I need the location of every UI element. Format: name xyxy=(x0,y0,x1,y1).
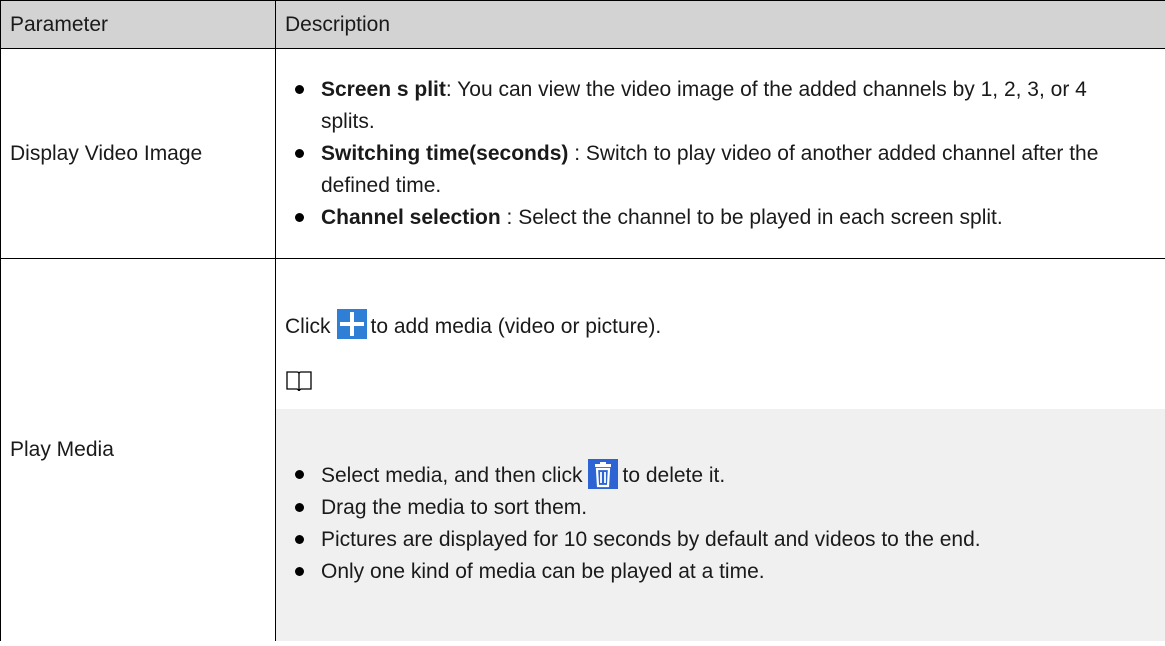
description-list: Screen s plit: You can view the video im… xyxy=(276,74,1165,234)
bullet-icon xyxy=(295,535,304,544)
click-add-instruction: Click to add media (video or picture). xyxy=(285,309,661,343)
bullet-icon xyxy=(295,148,304,158)
list-item: Pictures are displayed for 10 seconds by… xyxy=(276,524,1165,556)
bullet-icon xyxy=(295,84,304,94)
list-item: Drag the media to sort them. xyxy=(276,492,1165,524)
list-item: Select media, and then click to delete it… xyxy=(276,459,1165,492)
term-channel-selection: Channel selection xyxy=(321,205,501,229)
book-icon xyxy=(286,371,312,392)
param-display-video-image: Display Video Image xyxy=(0,48,276,259)
table-header-row: Parameter Description xyxy=(0,0,1165,49)
list-item: Screen s plit: You can view the video im… xyxy=(276,74,1165,138)
list-item: Channel selection : Select the channel t… xyxy=(276,202,1165,234)
bullet-icon xyxy=(295,503,304,512)
note-list: Select media, and then click to delete it… xyxy=(276,459,1165,588)
plus-icon xyxy=(336,309,367,339)
table-row: Play Media Click to add media (video or p… xyxy=(0,258,1165,641)
item-text: : Select the channel to be played in eac… xyxy=(500,205,1003,229)
term-screen-split: Screen s plit xyxy=(321,77,446,101)
header-description: Description xyxy=(275,0,1165,49)
description-cell: Screen s plit: You can view the video im… xyxy=(275,48,1165,259)
trash-icon xyxy=(588,459,619,489)
term-switching-time: Switching time(seconds) xyxy=(321,141,569,165)
bullet-icon xyxy=(295,567,304,576)
list-item: Only one kind of media can be played at … xyxy=(276,556,1165,588)
bullet-icon xyxy=(295,470,304,479)
list-item: Switching time(seconds) : Switch to play… xyxy=(276,138,1165,202)
description-cell: Click to add media (video or picture). Se… xyxy=(275,258,1165,641)
param-play-media: Play Media xyxy=(0,258,276,641)
parameter-table: Parameter Description Display Video Imag… xyxy=(0,0,1165,641)
note-box: Select media, and then click to delete it… xyxy=(276,409,1165,641)
bullet-icon xyxy=(295,212,304,222)
header-parameter: Parameter xyxy=(0,0,276,49)
table-row: Display Video Image Screen s plit: You c… xyxy=(0,48,1165,259)
